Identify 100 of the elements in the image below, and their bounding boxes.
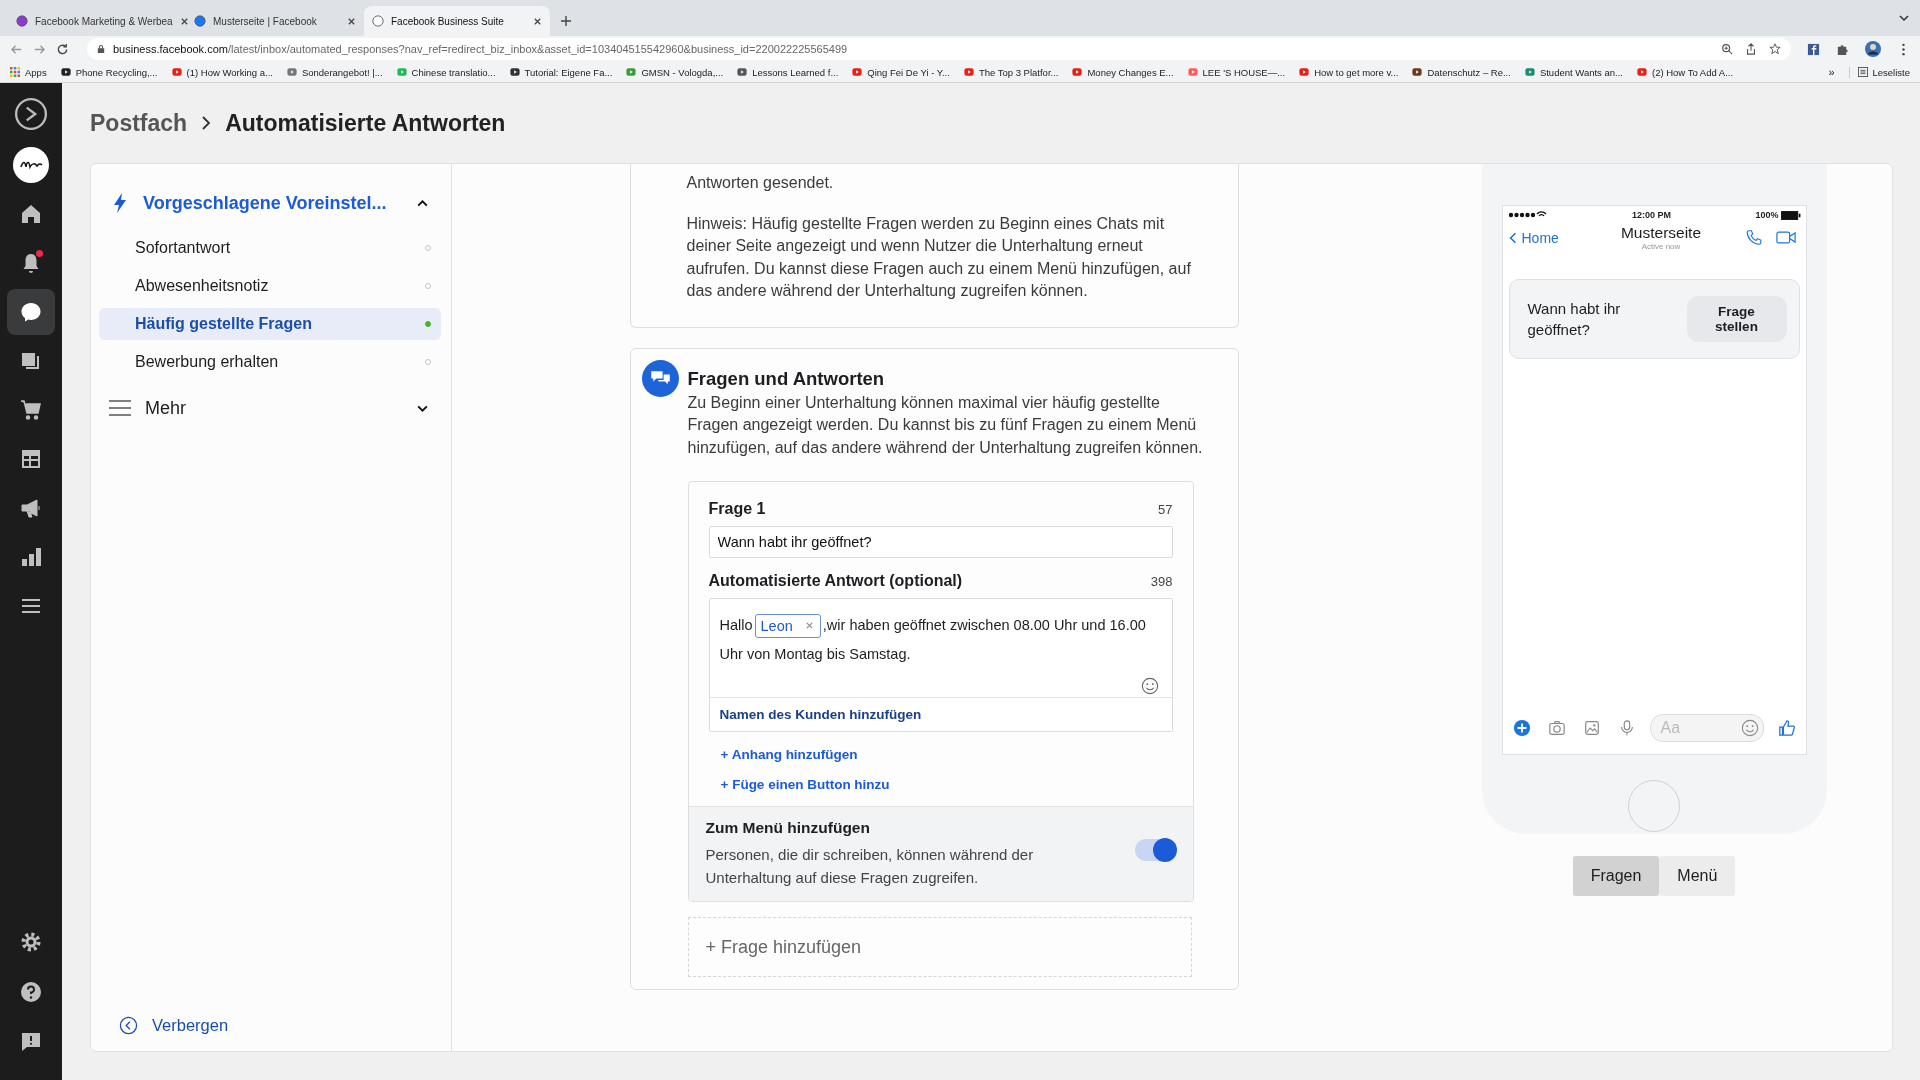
bookmark[interactable]: Datenschutz – Re... [1412,66,1511,78]
megaphone-icon [19,496,43,520]
menu-option-description: Personen, die dir schreiben, können während der Unterhaltung auf diese Fragen zugreifen. [705,845,1035,888]
thumbs-up-icon[interactable] [1777,719,1796,737]
back-link[interactable]: Home [1508,229,1579,246]
chevron-right-icon [201,115,212,131]
close-icon[interactable] [179,16,189,26]
chevron-down-icon[interactable] [1898,12,1910,24]
profile-avatar-icon[interactable] [1865,41,1881,57]
breadcrumb-link[interactable]: Postfach [90,109,188,137]
image-icon[interactable] [1582,719,1601,737]
extension-icon[interactable] [1807,42,1820,56]
favicon-icon [372,15,384,27]
chat-title: Musterseite [1619,224,1703,242]
nav-more-item[interactable]: Mehr [99,388,441,428]
bookmark[interactable]: Lessons Learned f... [737,66,839,78]
bookmark[interactable]: Apps [10,66,47,78]
menu-icon [109,400,131,416]
favicon-icon [1072,67,1083,77]
chevron-left-icon [1508,230,1517,245]
bookmark[interactable]: GMSN - Vologda,... [626,66,724,78]
toggle-switch[interactable] [1134,839,1175,861]
favicon-icon [963,67,974,77]
emoji-icon[interactable] [1140,677,1159,695]
add-link[interactable]: + Füge einen Button hinzu [708,777,1173,792]
close-icon[interactable] [347,16,356,26]
bookmark[interactable]: Student Wants an... [1524,66,1623,78]
zoom-icon[interactable] [1721,43,1733,55]
share-icon[interactable] [1745,43,1757,55]
star-icon[interactable] [1769,43,1781,55]
browser-tab[interactable]: Facebook Business Suite [364,6,550,36]
menu-option-title: Zum Menü hinzufügen [705,819,871,837]
favicon-icon [852,67,863,77]
bookmark[interactable]: Tutorial: Eigene Fa... [509,66,613,78]
logo-icon[interactable] [14,97,48,131]
plus-icon[interactable] [1512,719,1531,737]
nav-item[interactable]: Sofortantwort [99,232,441,264]
hide-link[interactable]: Verbergen [99,1016,441,1035]
signal-icon [1507,211,1548,219]
character-count: 398 [1150,574,1173,589]
favicon-icon [60,67,71,77]
nav-section-header[interactable]: Vorgeschlagene Voreinstel... [99,186,441,220]
battery-icon [1780,210,1801,220]
bookmark[interactable]: LEE 'S HOUSE—... [1187,66,1286,78]
bookmark[interactable]: How to get more v... [1299,66,1399,78]
bookmark[interactable]: (2) How To Add A... [1636,66,1734,78]
more-bookmarks[interactable]: » [1828,66,1835,78]
bookmark[interactable]: Qing Fei De Yi - Y... [852,66,950,78]
favicon-icon [1636,67,1647,77]
browser-tab[interactable]: Musterseite | Facebook [186,6,364,36]
chevron-left-icon [119,1016,138,1035]
status-time: 12:00 PM [1631,210,1671,220]
bookmark[interactable]: Phone Recycling,... [60,66,158,78]
preview-tab[interactable]: Menü [1659,856,1736,896]
browser-tab[interactable]: Facebook Marketing & Werbea [8,6,186,36]
puzzle-icon[interactable] [1836,42,1849,56]
nav-item[interactable]: Häufig gestellte Fragen [99,308,441,340]
emoji-icon[interactable] [1740,719,1759,737]
preview-question: Wann habt ihr geöffnet? [1527,299,1622,340]
bookmark[interactable]: The Top 3 Platfor... [963,66,1059,78]
feedback-icon[interactable] [19,1030,43,1054]
camera-icon[interactable] [1547,719,1566,737]
reload-icon[interactable] [56,42,69,56]
favicon-icon [171,67,182,77]
favicon-icon [509,67,520,77]
help-icon[interactable] [19,980,43,1004]
bookmark[interactable]: Sonderangebot! |... [286,66,383,78]
bookmark[interactable]: Money Changes E... [1072,66,1174,78]
remove-icon[interactable] [804,621,814,630]
bookmark[interactable]: (1) How Working a... [171,66,273,78]
nav-item[interactable]: Bewerbung erhalten [99,346,441,378]
chat-bubbles-icon [641,359,679,397]
nav-item[interactable]: Abwesenheitsnotiz [99,270,441,302]
question-input[interactable]: Wann habt ihr geöffnet? [708,526,1173,558]
settings-icon[interactable] [19,930,43,954]
name-chip[interactable]: Leon [754,613,821,638]
close-icon[interactable] [533,16,542,26]
new-tab-icon[interactable] [560,15,572,27]
add-link[interactable]: + Anhang hinzufügen [708,747,1173,762]
video-call-icon[interactable] [1775,229,1796,246]
url-text: business.facebook.com/latest/inbox/automated_responses?nav_ref=redirect_biz_inbox&asset_id=103404515542960&business_id=220022225565499 [113,43,849,55]
add-customer-name-link[interactable]: Namen des Kunden hinzufügen [709,697,1172,731]
home-icon [19,202,43,226]
add-question-button[interactable]: + Frage hinzufügen [687,917,1192,977]
section-title: Fragen und Antworten [687,367,886,390]
answer-text: Hallo [719,616,753,635]
answer-field[interactable]: Hallo Leon ,wir haben geöffnet zwischen 08.00 Uhr und 16.00 Uhr von Montag bis Samstag. Namen des Kunden hinzufügen [708,598,1173,732]
bookmark[interactable]: Chinese translatio... [396,66,496,78]
rail-button[interactable] [7,289,55,335]
address-bar[interactable]: business.facebook.com/latest/inbox/automated_responses?nav_ref=redirect_biz_inbox&asset_id=103404515542960&business_id=220022225565499 [87,38,1791,60]
favicon-icon [1412,67,1423,77]
reading-list[interactable]: Leseliste [1848,66,1910,78]
page-avatar-icon[interactable] [13,147,49,183]
info-paragraph: Hinweis: Häufig gestellte Fragen werden zu Beginn eines Chats mit deiner Seite angezeigt und wenn Nutzer die Unterhaltung erneut aufrufen. Du kannst diese Fragen auch zu einem Menü hinzufügen, auf das andere während der Unterhaltung zugreifen können. [686,213,1192,301]
ask-question-button[interactable]: Frage stellen [1686,296,1787,342]
field-label: Automatisierte Antwort (optional) [708,572,963,590]
favicon-icon [626,67,637,77]
preview-tab[interactable]: Fragen [1572,856,1660,896]
favicon-icon [1524,67,1535,77]
favicon-icon [1299,67,1310,77]
